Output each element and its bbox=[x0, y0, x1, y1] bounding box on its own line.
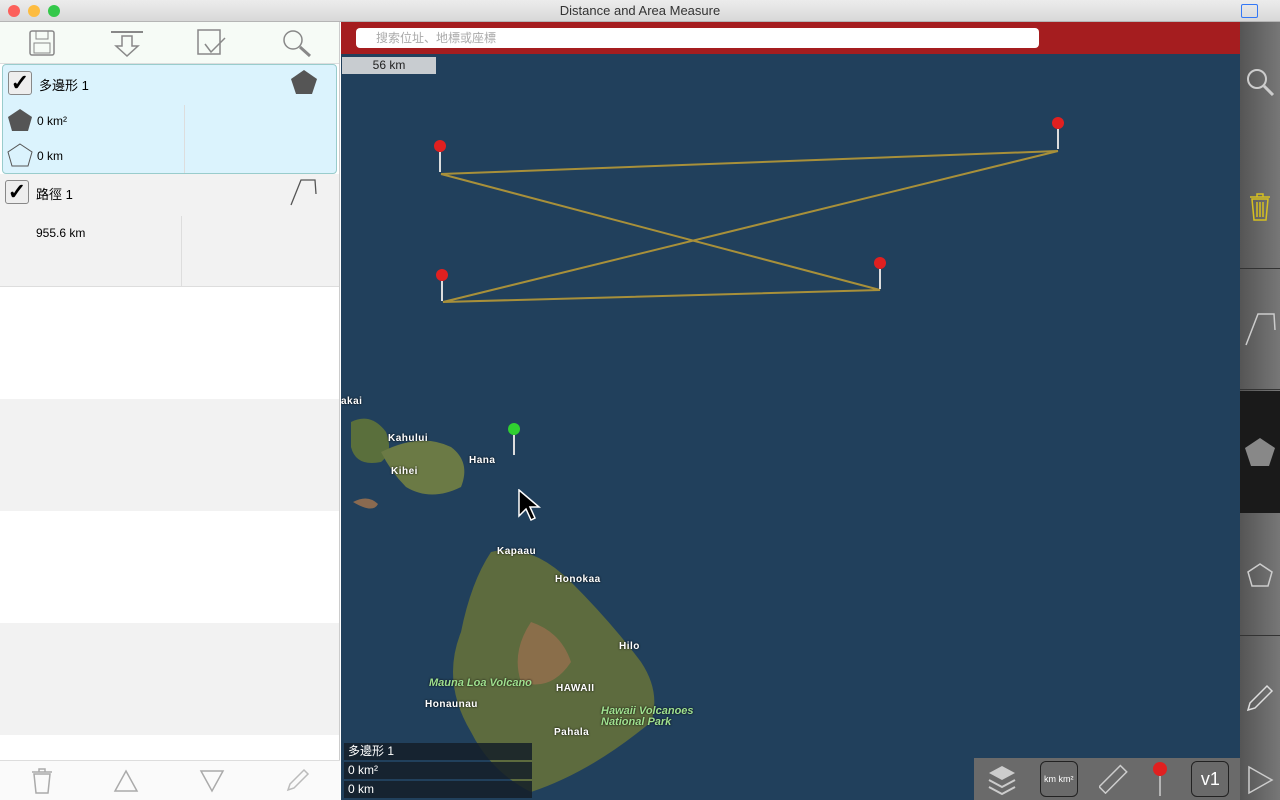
title-bar: Distance and Area Measure bbox=[0, 0, 1280, 22]
pencil-icon[interactable] bbox=[284, 768, 310, 794]
polygon-mode-button[interactable] bbox=[1240, 391, 1280, 513]
divider bbox=[184, 105, 185, 173]
sidebar: ✓ 多邊形 1 0 km² 0 km ✓ 路徑 1 955.6 km bbox=[0, 22, 340, 800]
import-button[interactable] bbox=[110, 26, 144, 60]
map-pin[interactable] bbox=[874, 257, 886, 291]
search-icon bbox=[1247, 69, 1275, 97]
perimeter-icon bbox=[7, 143, 33, 167]
close-button[interactable] bbox=[8, 5, 20, 17]
version-button[interactable]: v1 bbox=[1191, 761, 1230, 797]
map-label: Kihei bbox=[391, 466, 418, 477]
pentagon-outline-icon bbox=[1247, 562, 1273, 587]
zoom-button[interactable] bbox=[48, 5, 60, 17]
map-poi-label: Mauna Loa Volcano bbox=[429, 677, 532, 689]
map-tools: km km² v1 bbox=[974, 758, 1240, 800]
visibility-checkbox[interactable]: ✓ bbox=[8, 71, 32, 95]
area-value: 0 km² bbox=[37, 114, 67, 128]
checkbox-icon bbox=[197, 28, 226, 55]
map-pin[interactable] bbox=[1052, 117, 1064, 151]
layers-icon[interactable] bbox=[985, 763, 1019, 795]
list-item-path[interactable]: ✓ 路徑 1 955.6 km bbox=[0, 174, 339, 287]
empty-row bbox=[0, 623, 339, 735]
filled-pentagon-icon bbox=[1245, 438, 1275, 466]
path-segment bbox=[440, 150, 1059, 175]
search-input[interactable]: 搜索位址、地標或座標 bbox=[356, 28, 1039, 48]
map-label: Hilo bbox=[619, 641, 640, 652]
distance-value: 955.6 km bbox=[36, 226, 86, 240]
search-icon bbox=[282, 29, 311, 57]
info-area: 0 km² bbox=[344, 762, 532, 779]
map-label: Honaunau bbox=[425, 699, 478, 710]
map-pin-green[interactable] bbox=[508, 423, 520, 457]
edit-button[interactable] bbox=[1240, 678, 1280, 718]
units-button[interactable]: km km² bbox=[1039, 761, 1078, 797]
delete-button[interactable] bbox=[1240, 187, 1280, 227]
floppy-disk-icon bbox=[29, 29, 56, 56]
search-button[interactable] bbox=[1240, 62, 1280, 102]
map-label: Kahului bbox=[388, 433, 429, 444]
trash-icon bbox=[1250, 193, 1270, 221]
sidebar-toggle-icon[interactable] bbox=[1241, 4, 1258, 18]
search-bar: 搜索位址、地標或座標 bbox=[341, 22, 1240, 54]
path-line bbox=[440, 150, 1059, 303]
map-view[interactable]: Kahului Kihei Hana Kapaau Honokaa Hilo H… bbox=[341, 22, 1240, 800]
path-mode-button[interactable] bbox=[1240, 268, 1280, 390]
perimeter-value: 0 km bbox=[37, 149, 64, 163]
sidebar-toolbar bbox=[0, 22, 339, 64]
info-distance: 0 km bbox=[344, 781, 532, 798]
map-label: HAWAII bbox=[556, 683, 595, 694]
path-icon bbox=[1245, 313, 1276, 346]
window-title: Distance and Area Measure bbox=[559, 3, 721, 18]
item-name: 多邊形 1 bbox=[39, 78, 89, 93]
move-up-icon[interactable] bbox=[113, 768, 139, 793]
info-name: 多邊形 1 bbox=[344, 743, 532, 760]
divider bbox=[181, 216, 182, 286]
visibility-checkbox[interactable]: ✓ bbox=[5, 180, 29, 204]
list-item-polygon[interactable]: ✓ 多邊形 1 0 km² 0 km bbox=[2, 64, 337, 174]
filled-pentagon-icon bbox=[291, 70, 317, 94]
search-button[interactable] bbox=[280, 26, 314, 60]
pin-icon[interactable] bbox=[1150, 761, 1170, 797]
outline-polygon-button[interactable] bbox=[1240, 514, 1280, 636]
empty-row bbox=[0, 399, 339, 511]
play-triangle-icon bbox=[1248, 765, 1274, 795]
empty-row bbox=[0, 511, 339, 623]
empty-row bbox=[0, 287, 339, 399]
scale-bar: 56 km bbox=[342, 57, 436, 74]
save-button[interactable] bbox=[25, 26, 59, 60]
expand-button[interactable] bbox=[1240, 760, 1280, 800]
sidebar-bottom-bar bbox=[0, 760, 340, 800]
download-arrow-icon bbox=[111, 30, 144, 57]
map-pin[interactable] bbox=[436, 269, 448, 303]
map-label: akai bbox=[341, 396, 363, 407]
right-toolbar bbox=[1240, 22, 1280, 800]
map-label: Honokaa bbox=[555, 574, 601, 585]
area-icon bbox=[8, 109, 32, 131]
map-label: Kapaau bbox=[497, 546, 537, 557]
select-all-button[interactable] bbox=[195, 26, 229, 60]
map-label: Pahala bbox=[554, 727, 590, 738]
island-kahoolawe bbox=[353, 498, 378, 509]
move-down-icon[interactable] bbox=[199, 769, 225, 793]
pencil-icon bbox=[1246, 684, 1274, 712]
map-label: Hana bbox=[469, 455, 496, 466]
item-name: 路徑 1 bbox=[36, 187, 73, 202]
map-poi-label: National Park bbox=[601, 716, 672, 728]
map-pin[interactable] bbox=[434, 140, 446, 174]
path-icon bbox=[290, 179, 317, 206]
ruler-icon[interactable] bbox=[1098, 764, 1129, 794]
mouse-cursor-icon bbox=[518, 489, 542, 522]
trash-icon[interactable] bbox=[30, 767, 54, 795]
minimize-button[interactable] bbox=[28, 5, 40, 17]
